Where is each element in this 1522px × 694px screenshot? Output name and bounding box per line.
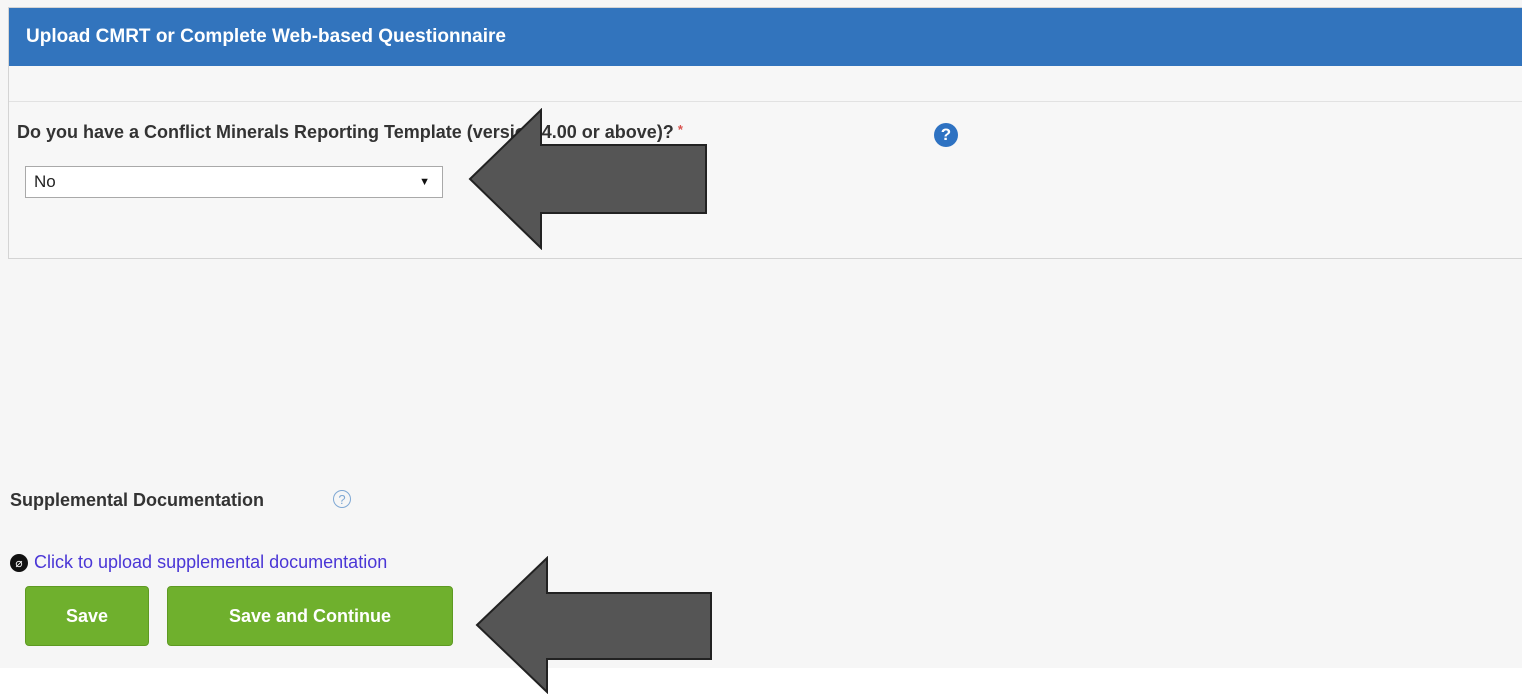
upload-supplemental-link[interactable]: ⌀ Click to upload supplemental documenta…: [10, 552, 387, 573]
save-and-continue-button[interactable]: Save and Continue: [167, 586, 453, 646]
save-button-label: Save: [65, 605, 109, 626]
left-arrow-annotation-2: [475, 556, 712, 694]
clip-glyph: ⌀: [15, 555, 23, 570]
supplemental-documentation-label: Supplemental Documentation: [10, 490, 264, 511]
cmrt-select[interactable]: No ▼: [25, 166, 443, 198]
save-continue-button-label: Save and Continue: [228, 605, 392, 626]
paperclip-icon: ⌀: [10, 553, 28, 572]
supp-help-glyph: ?: [338, 492, 346, 507]
left-arrow-annotation-1: [468, 108, 707, 250]
caret-down-icon: ▼: [419, 176, 430, 188]
panel-title: Upload CMRT or Complete Web-based Questi…: [26, 26, 506, 47]
question-circle-outline-icon[interactable]: ?: [333, 490, 351, 508]
supplemental-label-text: Supplemental Documentation: [10, 490, 265, 510]
upload-link-text[interactable]: Click to upload supplemental documentati…: [34, 552, 387, 573]
select-value: No: [34, 172, 56, 191]
panel-divider: [9, 101, 1522, 102]
question-circle-icon[interactable]: ?: [934, 123, 958, 147]
panel-header: Upload CMRT or Complete Web-based Questi…: [9, 8, 1522, 66]
save-button[interactable]: Save: [25, 586, 149, 646]
help-glyph: ?: [940, 125, 952, 144]
